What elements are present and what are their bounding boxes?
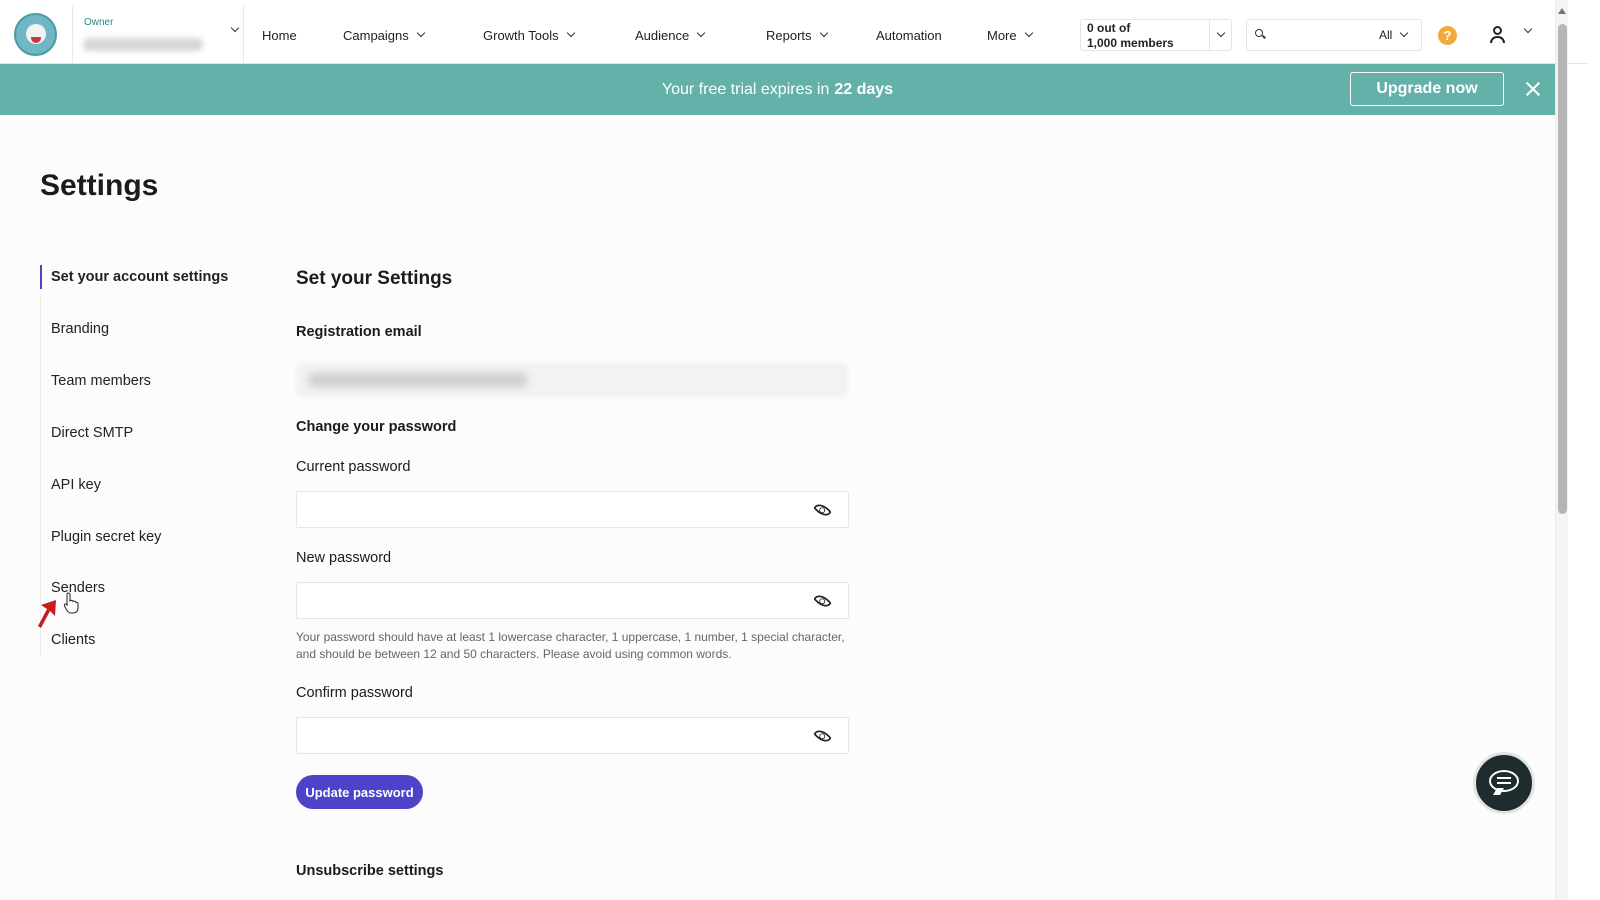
help-glyph: ? [1443,28,1452,43]
account-name-redacted [83,38,203,51]
search-input[interactable] [1271,25,1371,45]
scrollbar-thumb[interactable] [1558,24,1567,514]
user-icon-body [1490,36,1505,43]
sidebar-item-label: Branding [51,321,110,337]
close-icon[interactable] [1524,80,1542,98]
confirm-password-input[interactable] [307,726,787,746]
chevron-down-icon [1400,28,1409,38]
member-count: 0 out of 1,000 members [1087,21,1207,51]
change-password-label: Change your password [296,419,457,435]
member-count-line2: 1,000 members [1087,36,1174,50]
new-password-field [296,582,849,619]
trial-banner: Your free trial expires in 22 days Upgra… [0,64,1555,115]
eye-icon[interactable] [813,591,832,611]
sidebar-item-direct-smtp[interactable]: Direct SMTP [40,421,250,445]
search-filter-select[interactable]: All [1379,20,1409,50]
registration-email-label: Registration email [296,324,422,340]
nav-growth-tools[interactable]: Growth Tools [483,6,575,64]
sidebar-item-branding[interactable]: Branding [40,317,250,341]
unsubscribe-settings-label: Unsubscribe settings [296,863,444,879]
sidebar-item-team-members[interactable]: Team members [40,369,250,393]
nav-more[interactable]: More [987,6,1033,64]
sidebar-item-label: Set your account settings [51,269,229,285]
chevron-down-icon[interactable] [1523,24,1533,34]
member-count-line1: 0 out of [1087,21,1131,35]
sidebar-item-api-key[interactable]: API key [40,473,250,497]
confirm-password-label: Confirm password [296,685,413,701]
password-requirements-hint: Your password should have at least 1 low… [296,630,845,661]
owner-label: Owner [84,17,114,28]
sidebar-item-label: Team members [51,373,151,389]
trial-message: Your free trial expires in 22 days [0,64,1555,115]
confirm-password-field [296,717,849,754]
chevron-down-icon [696,28,706,38]
sidebar-item-account-settings[interactable]: Set your account settings [40,265,250,289]
page-scrollbar[interactable] [1555,0,1568,900]
nav-home[interactable]: Home [262,6,297,64]
new-password-input[interactable] [307,591,787,611]
nav-growth-tools-label: Growth Tools [483,27,559,43]
app-logo[interactable] [14,13,57,56]
chevron-down-icon [416,28,426,38]
nav-campaigns[interactable]: Campaigns [343,6,426,64]
sidebar-item-clients[interactable]: Clients [40,628,250,652]
current-password-input[interactable] [307,500,787,520]
eye-icon[interactable] [813,726,832,746]
eye-icon[interactable] [813,500,832,520]
new-password-label: New password [296,550,392,566]
scroll-up-arrow-icon[interactable] [1558,8,1566,14]
current-password-field [296,491,849,528]
page-title: Settings [40,169,159,202]
nav-automation[interactable]: Automation [876,6,942,64]
user-icon[interactable] [1488,25,1508,45]
chat-icon-lines [1497,777,1511,779]
nav-reports[interactable]: Reports [766,6,828,64]
nav-reports-label: Reports [766,27,812,43]
chevron-down-icon [1024,28,1033,38]
sidebar-item-plugin-secret-key[interactable]: Plugin secret key [40,525,250,549]
update-password-button[interactable]: Update password [296,775,423,809]
section-title: Set your Settings [296,268,453,289]
nav-audience[interactable]: Audience [635,6,706,64]
chevron-down-icon [566,28,575,38]
sidebar-item-label: Clients [51,632,96,648]
nav-home-label: Home [262,27,297,43]
search-box: All [1246,19,1422,51]
nav-more-label: More [987,27,1017,43]
trial-text: Your free trial expires in [661,80,830,98]
help-icon[interactable]: ? [1438,26,1457,45]
nav-campaigns-label: Campaigns [343,27,409,43]
chat-launcher[interactable] [1473,752,1535,814]
member-count-dropdown[interactable] [1209,20,1231,50]
chevron-down-icon [230,23,240,33]
top-navigation: Owner Home Campaigns Growth Tools Audien… [0,6,1588,64]
registration-email-redacted [308,373,528,387]
member-count-selector[interactable]: 0 out of 1,000 members [1080,19,1232,51]
sidebar-item-label: Direct SMTP [51,425,134,441]
user-icon-head [1493,26,1502,35]
hand-cursor-icon [63,592,79,619]
account-switcher[interactable]: Owner [72,6,244,64]
upgrade-now-button[interactable]: Upgrade now [1350,72,1504,106]
trial-days: 22 days [834,80,894,98]
search-icon [1255,29,1263,37]
chevron-down-icon [819,28,828,38]
chat-icon [1489,770,1519,792]
sidebar-item-label: Plugin secret key [51,529,162,545]
current-password-label: Current password [296,459,411,475]
nav-audience-label: Audience [635,27,690,43]
sidebar-item-label: API key [51,477,101,493]
chevron-down-icon [1216,28,1225,38]
search-filter-value: All [1379,28,1393,42]
nav-automation-label: Automation [876,27,942,43]
settings-page: Settings Set your account settings Brand… [0,115,1555,900]
